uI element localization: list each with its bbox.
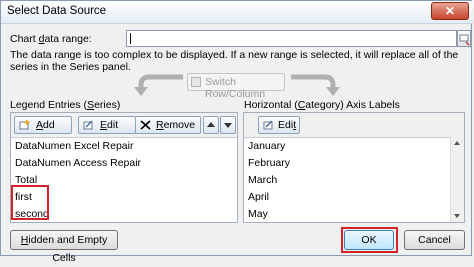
range-select-icon <box>459 34 470 46</box>
heading-prefix: Legend Entries ( <box>10 99 88 111</box>
range-select-button[interactable] <box>457 30 471 47</box>
add-label: Add <box>36 119 55 131</box>
list-item[interactable]: February <box>246 155 290 172</box>
edit-category-button[interactable]: Edit <box>258 116 300 134</box>
edit-rest: dit <box>107 119 119 131</box>
window-title: Select Data Source <box>7 5 107 17</box>
list-item[interactable]: March <box>246 172 277 189</box>
close-button[interactable]: ✕ <box>431 2 469 20</box>
category-labels-panel: Edit January February March April May <box>243 112 465 223</box>
list-item[interactable]: April <box>246 189 269 206</box>
chart-data-range-label: Chart data range: <box>10 33 92 45</box>
left-curved-arrow-icon <box>134 74 183 96</box>
edit-icon <box>263 120 273 130</box>
category-toolbar: Edit <box>244 113 464 138</box>
edit-series-button[interactable]: Edit <box>78 116 136 134</box>
move-down-icon <box>224 123 232 128</box>
remove-label: Remove <box>156 119 195 131</box>
remove-button[interactable]: Remove <box>135 116 201 134</box>
add-accel: A <box>36 119 44 131</box>
switch-label: Switch Row/Column <box>205 76 266 100</box>
label-suffix: ata range: <box>44 33 92 45</box>
title-bar: Select Data Source ✕ <box>1 1 473 24</box>
cancel-button[interactable]: Cancel <box>404 230 465 250</box>
heading-prefix: Horizontal ( <box>244 99 298 111</box>
heading-suffix: ategory) Axis Labels <box>305 99 400 111</box>
text-caret <box>130 33 131 44</box>
list-item[interactable]: DataNumen Excel Repair <box>13 138 133 155</box>
list-item[interactable]: DataNumen Access Repair <box>13 155 141 172</box>
label-prefix: Chart <box>10 33 39 45</box>
scroll-down-icon <box>454 214 460 218</box>
add-rest: dd <box>43 119 55 131</box>
remove-icon <box>140 120 151 130</box>
move-down-button[interactable] <box>220 116 236 134</box>
move-up-icon <box>207 122 215 127</box>
edit-accel: E <box>100 119 108 131</box>
remove-rest: emove <box>163 119 196 131</box>
legend-toolbar: Add Edit Remove <box>11 113 237 138</box>
right-curved-arrow-icon <box>291 74 340 96</box>
list-item[interactable]: January <box>246 138 285 155</box>
add-series-icon <box>19 120 30 130</box>
hidden-empty-cells-button[interactable]: Hidden and Empty Cells <box>10 230 118 264</box>
add-button[interactable]: Add <box>14 116 72 134</box>
remove-accel: R <box>156 119 164 131</box>
scrollbar[interactable] <box>450 137 464 222</box>
category-axis-heading: Horizontal (Category) Axis Labels <box>244 99 400 111</box>
highlight-box <box>11 185 49 220</box>
edit-series-label: Edit <box>100 119 118 131</box>
edit-prefix: Edi <box>278 119 294 131</box>
move-up-button[interactable] <box>203 116 219 134</box>
close-icon: ✕ <box>444 4 456 18</box>
select-data-source-dialog: Select Data Source ✕ Chart data range: T… <box>0 0 473 264</box>
edit-accel: t <box>293 119 297 131</box>
edit-icon <box>83 120 93 130</box>
switch-row-column-button[interactable]: Switch Row/Column <box>187 73 285 100</box>
hidden-rest: idden and Empty Cells <box>28 234 108 264</box>
ok-highlight-box <box>341 227 398 253</box>
legend-entries-heading: Legend Entries (Series) <box>10 99 120 111</box>
edit-category-label: Edit <box>278 119 296 131</box>
scroll-up-icon <box>454 141 460 145</box>
switch-icon <box>191 77 201 87</box>
heading-suffix: eries) <box>94 99 121 111</box>
info-text: The data range is too complex to be disp… <box>10 49 459 73</box>
list-item[interactable]: May <box>246 206 268 223</box>
chart-data-range-input[interactable] <box>126 30 457 47</box>
